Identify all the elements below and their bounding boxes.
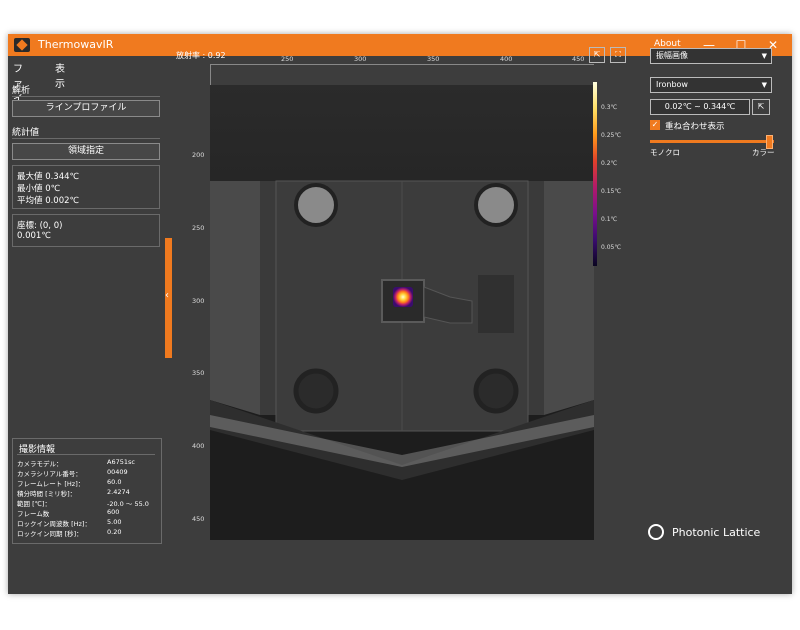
info-key: フレームレート [Hz]：: [17, 480, 85, 488]
ruler-tick-label: 450: [572, 55, 585, 63]
ruler-tick-label: 200: [192, 151, 205, 159]
dropdown-arrow-icon: ▼: [761, 81, 767, 89]
info-key: カメラモデル：: [17, 460, 63, 468]
window-title: ThermowavIR: [38, 38, 114, 51]
brand-name: Photonic Lattice: [672, 526, 761, 539]
analysis-heading: 解析: [12, 86, 31, 96]
ruler-tick-label: 450: [192, 515, 205, 523]
color-scale-label: 0.3℃: [601, 104, 618, 111]
coord-value: 0.001℃: [17, 231, 51, 241]
capture-info-panel: 撮影情報 カメラモデル： A6751sc カメラシリアル番号： 00409 フレ…: [12, 438, 162, 544]
dropdown-arrow-icon: ▼: [761, 52, 767, 60]
info-value: 5.00: [107, 518, 122, 526]
coord-label: 座標: (0, 0): [17, 221, 63, 231]
divider: [12, 96, 160, 97]
info-value: -20.0 ～ 55.0: [107, 500, 149, 508]
emissivity-readout: 放射率 : 0.92: [176, 51, 226, 60]
color-scale-label: 0.05℃: [601, 244, 622, 251]
slider-right-label: カラー: [752, 148, 775, 157]
fit-view-icon[interactable]: ⛶: [610, 47, 626, 63]
palette-value: Ironbow: [656, 80, 688, 89]
info-key: 積分時間 [ミリ秒]：: [17, 490, 77, 498]
stat-avg: 平均値 0.002℃: [17, 196, 80, 206]
brand-logo: Photonic Lattice: [648, 524, 778, 544]
image-mode-value: 振幅画像: [656, 51, 688, 60]
ruler-tick-label: 250: [192, 224, 205, 232]
info-key: フレーム数: [17, 510, 50, 518]
color-scale-label: 0.1℃: [601, 216, 618, 223]
info-value: 00409: [107, 468, 128, 476]
export-range-icon[interactable]: ⇱: [752, 99, 770, 115]
stat-max: 最大値 0.344℃: [17, 172, 80, 182]
info-key: ロックイン同期 [秒]：: [17, 530, 83, 538]
region-select-button[interactable]: 領域指定: [12, 143, 160, 160]
slider-left-label: モノクロ: [650, 148, 680, 157]
color-scale-bar: [593, 82, 597, 266]
ruler-tick-label: 300: [192, 297, 205, 305]
ruler-tick-label: 350: [427, 55, 440, 63]
color-scale-label: 0.15℃: [601, 188, 622, 195]
temperature-range-field[interactable]: 0.02℃ ~ 0.344℃: [650, 99, 750, 115]
divider: [12, 138, 160, 139]
blend-slider-track[interactable]: [650, 140, 774, 143]
overlay-label: 重ね合わせ表示: [665, 122, 725, 132]
ruler-tick-label: 250: [281, 55, 294, 63]
divider: [17, 454, 155, 455]
line-profile-button[interactable]: ラインプロファイル: [12, 100, 160, 117]
coord-box: 座標: (0, 0) 0.001℃: [12, 214, 160, 247]
info-value: 0.20: [107, 528, 122, 536]
stat-min: 最小値 0℃: [17, 184, 61, 194]
app-logo-icon: [14, 38, 30, 52]
panel-collapse-handle[interactable]: ‹: [165, 238, 172, 358]
chevron-left-icon: ‹: [165, 290, 169, 301]
stats-box: 最大値 0.344℃ 最小値 0℃ 平均値 0.002℃: [12, 165, 160, 209]
color-scale-label: 0.2℃: [601, 160, 618, 167]
ruler-tick-label: 400: [192, 442, 205, 450]
info-value: A6751sc: [107, 458, 135, 466]
overlay-checkbox[interactable]: ✓: [650, 120, 660, 130]
brand-logo-icon: [648, 524, 664, 540]
ruler-tick-label: 300: [354, 55, 367, 63]
info-key: カメラシリアル番号：: [17, 470, 82, 478]
top-ruler: [210, 64, 594, 65]
info-value: 2.4274: [107, 488, 130, 496]
info-key: ロックイン周波数 [Hz]：: [17, 520, 91, 528]
info-value: 60.0: [107, 478, 122, 486]
color-scale-label: 0.25℃: [601, 132, 622, 139]
thermal-image[interactable]: [210, 85, 594, 540]
info-key: 範囲 [℃]：: [17, 500, 51, 508]
menu-view[interactable]: 表示: [55, 60, 65, 90]
ruler-tick-label: 350: [192, 369, 205, 377]
ruler-tick-label: 400: [500, 55, 513, 63]
palette-select[interactable]: Ironbow ▼: [650, 77, 772, 93]
info-value: 600: [107, 508, 120, 516]
export-icon[interactable]: ⇱: [589, 47, 605, 63]
stats-heading: 統計値: [12, 128, 40, 138]
image-mode-select[interactable]: 振幅画像 ▼: [650, 48, 772, 64]
